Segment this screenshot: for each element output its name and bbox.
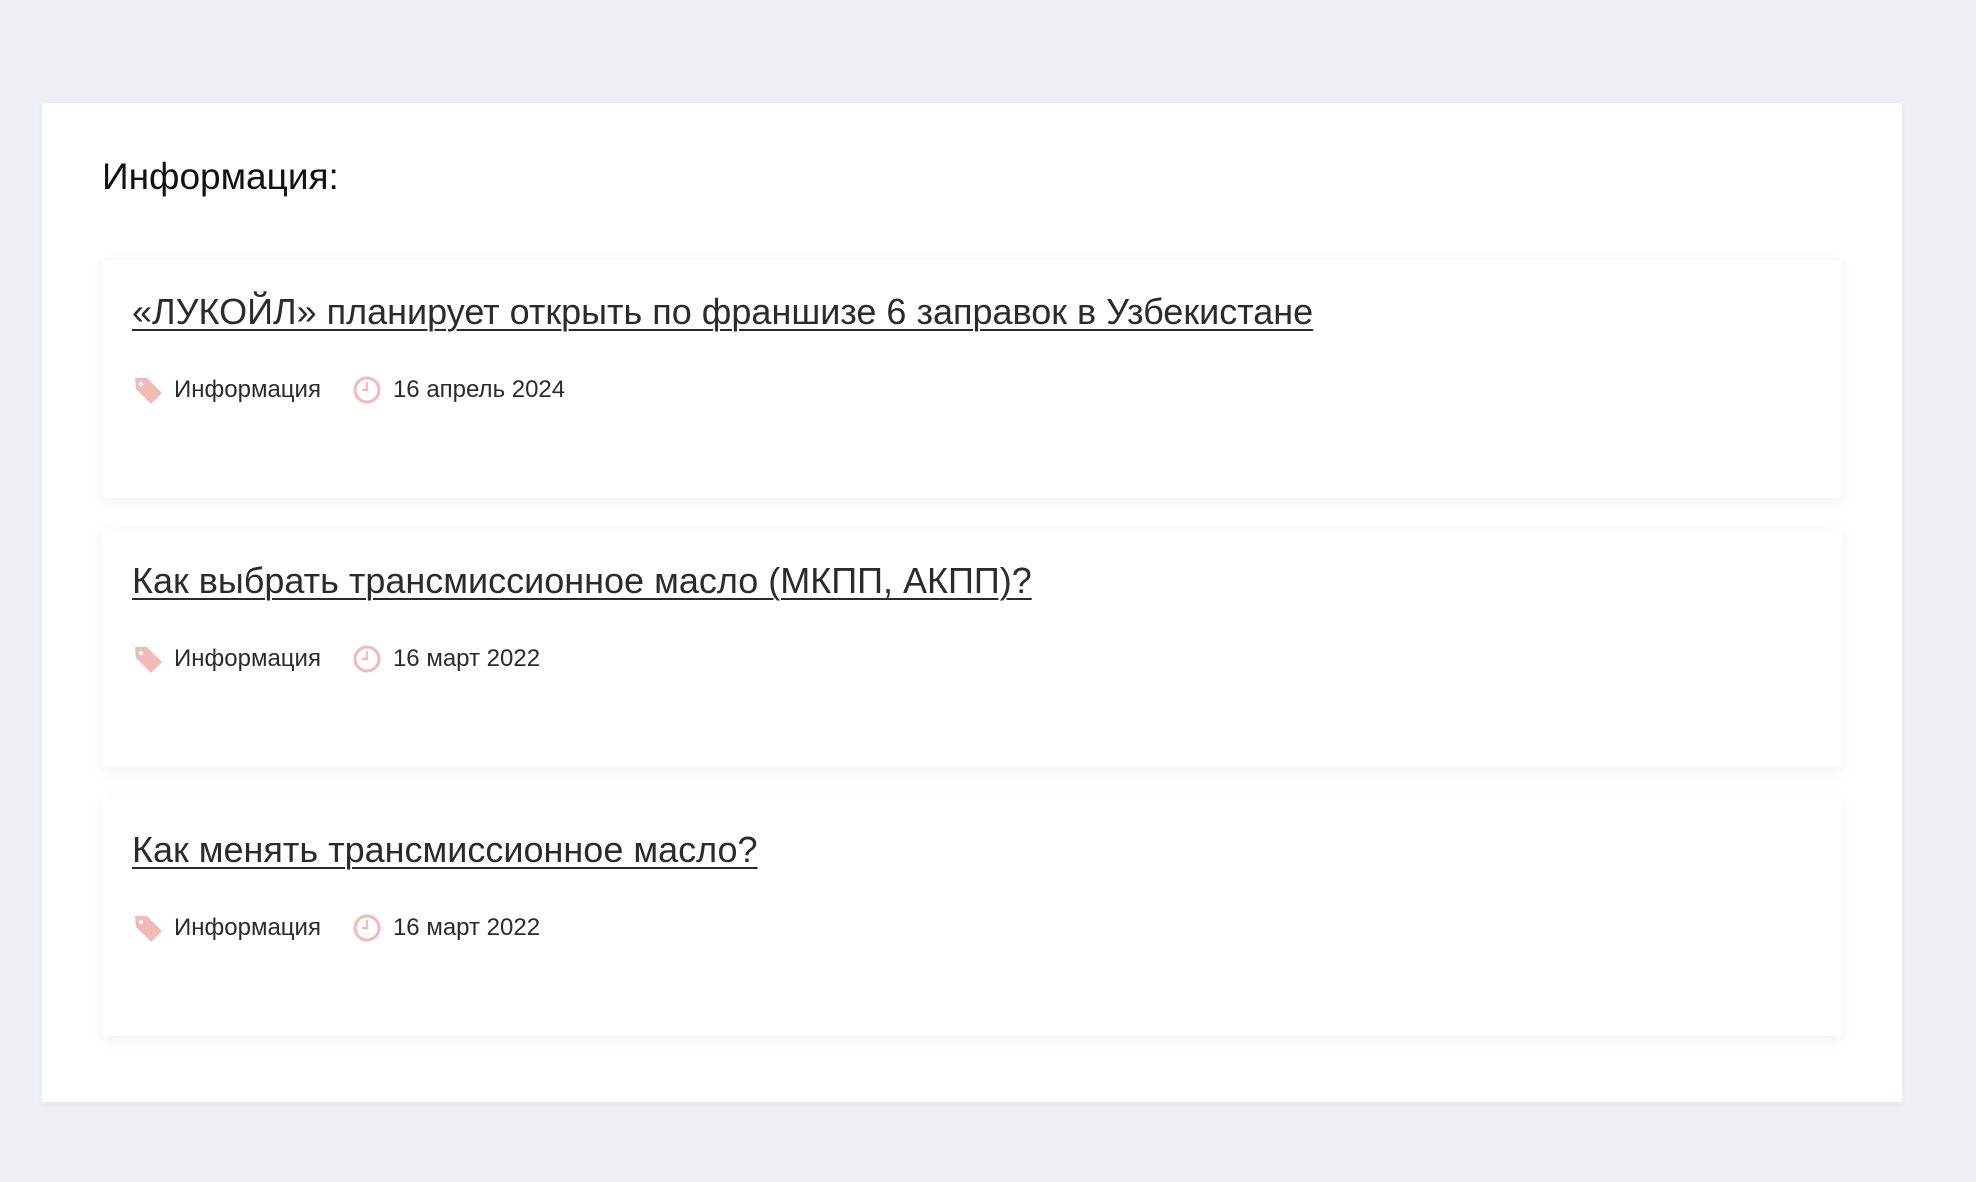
info-panel: Информация: «ЛУКОЙЛ» планирует открыть п… [42, 103, 1902, 1102]
article-card: Как выбрать трансмиссионное масло (МКПП,… [102, 529, 1842, 767]
article-title-link[interactable]: Как выбрать трансмиссионное масло (МКПП,… [132, 559, 1032, 602]
date-label: 16 апрель 2024 [392, 376, 566, 404]
category-label: Информация [174, 376, 321, 404]
tag-icon [132, 643, 164, 675]
article-meta: Информация 16 март 2022 [132, 908, 1812, 948]
date-label: 16 март 2022 [392, 914, 541, 942]
article-list: «ЛУКОЙЛ» планирует открыть по франшизе 6… [102, 260, 1842, 1036]
article-category[interactable]: Информация [132, 643, 321, 675]
article-card: Как менять трансмиссионное масло? Информ… [102, 798, 1842, 1036]
article-card: «ЛУКОЙЛ» планирует открыть по франшизе 6… [102, 260, 1842, 498]
article-title-link[interactable]: «ЛУКОЙЛ» планирует открыть по франшизе 6… [132, 290, 1313, 333]
category-label: Информация [174, 645, 321, 673]
tag-icon [132, 912, 164, 944]
clock-icon [351, 643, 383, 675]
article-meta: Информация 16 апрель 2024 [132, 370, 1812, 410]
article-title-link[interactable]: Как менять трансмиссионное масло? [132, 828, 758, 871]
article-category[interactable]: Информация [132, 374, 321, 406]
article-date: 16 апрель 2024 [351, 374, 565, 406]
date-label: 16 март 2022 [392, 645, 541, 673]
tag-icon [132, 374, 164, 406]
clock-icon [351, 912, 383, 944]
clock-icon [351, 374, 383, 406]
article-date: 16 март 2022 [351, 912, 540, 944]
article-date: 16 март 2022 [351, 643, 540, 675]
article-meta: Информация 16 март 2022 [132, 639, 1812, 679]
category-label: Информация [174, 914, 321, 942]
section-title: Информация: [102, 156, 339, 197]
article-category[interactable]: Информация [132, 912, 321, 944]
